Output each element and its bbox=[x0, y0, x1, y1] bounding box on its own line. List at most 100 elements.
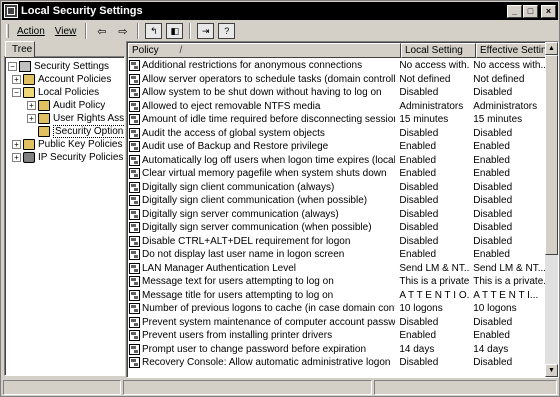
policy-name: Prevent users from installing printer dr… bbox=[142, 330, 333, 342]
table-row[interactable]: Prevent system maintenance of computer a… bbox=[128, 316, 547, 330]
collapse-icon[interactable]: − bbox=[12, 88, 21, 97]
tree-node-label: User Rights Assignment bbox=[53, 113, 125, 124]
tree-node-account-policies[interactable]: + Account Policies bbox=[12, 73, 111, 86]
folder-open-icon bbox=[23, 87, 35, 98]
table-row[interactable]: Digitally sign server communication (alw… bbox=[128, 208, 547, 222]
table-row[interactable]: Digitally sign client communication (alw… bbox=[128, 181, 547, 195]
tree-view[interactable]: − Security Settings + Account Policies −… bbox=[4, 56, 125, 376]
menu-toolbar: Action View ⇦ ⇨ ↰ ◧ ⇥ ? bbox=[2, 21, 558, 41]
table-row[interactable]: Message text for users attempting to log… bbox=[128, 275, 547, 289]
policy-icon bbox=[129, 208, 140, 220]
scroll-down-button[interactable]: ▼ bbox=[545, 364, 558, 377]
policy-icon bbox=[129, 222, 140, 234]
table-row[interactable]: Allow system to be shut down without hav… bbox=[128, 86, 547, 100]
effective-setting: Disabled bbox=[473, 222, 513, 234]
table-row[interactable]: Allowed to eject removable NTFS media Adm… bbox=[128, 100, 547, 114]
table-row[interactable]: Recovery Console: Allow automatic admini… bbox=[128, 356, 547, 370]
monitor-icon bbox=[19, 61, 31, 72]
column-header-policy[interactable]: Policy / bbox=[128, 43, 401, 58]
table-row[interactable]: Allow server operators to schedule tasks… bbox=[128, 73, 547, 87]
column-header-effective-setting[interactable]: Effective Setting bbox=[476, 43, 548, 58]
table-row[interactable]: Message title for users attempting to lo… bbox=[128, 289, 547, 303]
policy-name: Prevent system maintenance of computer a… bbox=[142, 316, 396, 328]
local-setting: This is a private... bbox=[399, 276, 470, 288]
table-row[interactable]: Amount of idle time required before disc… bbox=[128, 113, 547, 127]
maximize-button[interactable]: □ bbox=[523, 4, 538, 18]
table-row[interactable]: Prevent users from installing printer dr… bbox=[128, 329, 547, 343]
table-row[interactable]: Digitally sign client communication (whe… bbox=[128, 194, 547, 208]
close-button[interactable]: × bbox=[541, 4, 556, 18]
policy-icon bbox=[129, 303, 140, 315]
tree-node-security-settings[interactable]: − Security Settings bbox=[8, 60, 109, 73]
show-hide-tree-icon[interactable]: ◧ bbox=[166, 23, 184, 39]
table-row[interactable]: Prompt user to change password before ex… bbox=[128, 343, 547, 357]
table-row[interactable]: Do not display last user name in logon s… bbox=[128, 248, 547, 262]
effective-setting: No access with... bbox=[473, 60, 547, 72]
table-row[interactable]: Additional restrictions for anonymous co… bbox=[128, 59, 547, 73]
export-list-icon[interactable]: ⇥ bbox=[197, 23, 215, 39]
table-row[interactable]: Audit the access of global system object… bbox=[128, 127, 547, 141]
effective-setting: 15 minutes bbox=[473, 114, 523, 126]
up-folder-icon[interactable]: ↰ bbox=[145, 23, 163, 39]
policy-list[interactable]: Policy / Local Setting Effective Setting… bbox=[126, 41, 559, 378]
status-cell-3 bbox=[373, 380, 557, 395]
folder-icon bbox=[38, 100, 50, 111]
policy-name: Allow server operators to schedule tasks… bbox=[142, 73, 396, 85]
column-header-local-setting[interactable]: Local Setting bbox=[401, 43, 476, 58]
expand-icon[interactable]: + bbox=[12, 140, 21, 149]
vertical-scrollbar[interactable]: ▲ ▼ bbox=[545, 42, 558, 377]
policy-icon bbox=[129, 276, 140, 288]
expand-icon[interactable]: + bbox=[27, 114, 36, 123]
tree-node-user-rights[interactable]: + User Rights Assignment bbox=[27, 112, 125, 125]
policy-name: Amount of idle time required before disc… bbox=[142, 114, 396, 126]
policy-name: Allow system to be shut down without hav… bbox=[142, 87, 382, 99]
effective-setting: Send LM & NT... bbox=[473, 262, 547, 274]
policy-icon bbox=[129, 330, 140, 342]
scroll-thumb[interactable] bbox=[545, 55, 558, 255]
status-cell-2 bbox=[122, 380, 372, 395]
effective-setting: Administrators bbox=[473, 100, 538, 112]
menu-view[interactable]: View bbox=[50, 26, 82, 37]
tree-node-ip-security[interactable]: + IP Security Policies on Local Machine bbox=[12, 151, 124, 164]
table-row[interactable]: Clear virtual memory pagefile when syste… bbox=[128, 167, 547, 181]
expand-icon[interactable]: + bbox=[12, 75, 21, 84]
local-setting: Disabled bbox=[399, 316, 439, 328]
local-setting: Not defined bbox=[399, 73, 451, 85]
policy-name: Digitally sign server communication (whe… bbox=[142, 222, 372, 234]
table-row[interactable]: Automatically log off users when logon t… bbox=[128, 154, 547, 168]
policy-icon bbox=[129, 316, 140, 328]
policy-icon bbox=[129, 100, 140, 112]
menu-action-label: Action bbox=[17, 25, 45, 37]
tab-tree[interactable]: Tree bbox=[5, 41, 35, 57]
expand-icon[interactable]: + bbox=[27, 101, 36, 110]
tree-node-local-policies[interactable]: − Local Policies bbox=[12, 86, 99, 99]
effective-setting: Disabled bbox=[473, 357, 513, 369]
tree-node-label: Account Policies bbox=[38, 74, 112, 85]
tree-node-public-key-policies[interactable]: + Public Key Policies bbox=[12, 138, 122, 151]
effective-setting: This is a private... bbox=[473, 276, 547, 288]
tree-node-security-options[interactable]: Security Options bbox=[27, 125, 124, 138]
arrow-right-icon[interactable]: ⇨ bbox=[114, 23, 131, 39]
tree-node-label: Security Settings bbox=[34, 61, 110, 72]
effective-setting: Disabled bbox=[473, 87, 513, 99]
table-row[interactable]: LAN Manager Authentication Level Send LM … bbox=[128, 262, 547, 276]
table-row[interactable]: Disable CTRL+ALT+DEL requirement for log… bbox=[128, 235, 547, 249]
local-setting: Enabled bbox=[399, 330, 437, 342]
local-setting: Disabled bbox=[399, 235, 439, 247]
scroll-up-button[interactable]: ▲ bbox=[545, 42, 558, 55]
tree-node-audit-policy[interactable]: + Audit Policy bbox=[27, 99, 105, 112]
table-row[interactable]: Digitally sign server communication (whe… bbox=[128, 221, 547, 235]
collapse-icon[interactable]: − bbox=[8, 62, 17, 71]
menu-action[interactable]: Action bbox=[12, 26, 50, 37]
table-row[interactable]: Audit use of Backup and Restore privileg… bbox=[128, 140, 547, 154]
title-bar[interactable]: Local Security Settings _ □ × bbox=[2, 2, 558, 20]
local-setting: Enabled bbox=[399, 168, 437, 180]
minimize-button[interactable]: _ bbox=[507, 4, 522, 18]
arrow-left-icon[interactable]: ⇦ bbox=[93, 23, 110, 39]
table-row[interactable]: Number of previous logons to cache (in c… bbox=[128, 302, 547, 316]
expand-icon[interactable]: + bbox=[12, 153, 21, 162]
local-setting: Disabled bbox=[399, 87, 439, 99]
toolbar-grip[interactable] bbox=[6, 24, 9, 38]
policy-name: Digitally sign client communication (whe… bbox=[142, 195, 368, 207]
help-icon[interactable]: ? bbox=[218, 23, 236, 39]
